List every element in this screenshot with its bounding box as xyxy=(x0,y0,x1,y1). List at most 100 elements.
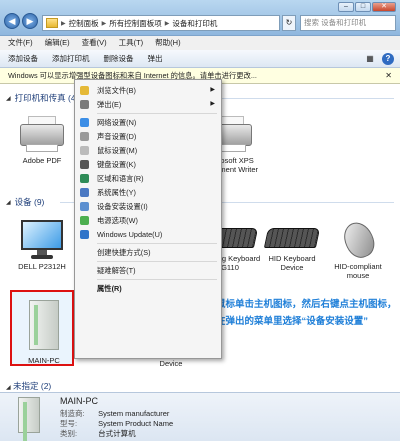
menu-separator xyxy=(97,113,217,114)
section-devices-header[interactable]: ◢ 设备 (9) xyxy=(6,196,44,208)
menu-item-label: 电源选项(W) xyxy=(97,216,138,225)
back-icon[interactable]: ◀ xyxy=(4,13,20,29)
menu-item-troubleshoot[interactable]: 疑难解答(T) xyxy=(75,264,221,277)
device-hid-mouse[interactable]: HID-compliant mouse xyxy=(322,217,394,280)
menu-bar: 文件(F) 编辑(E) 查看(V) 工具(T) 帮助(H) xyxy=(0,36,400,50)
details-label: 类别: xyxy=(60,429,78,438)
printer-icon xyxy=(20,116,64,154)
computer-icon xyxy=(80,202,89,211)
keyboard-icon xyxy=(263,220,321,252)
menu-item-device-install[interactable]: 设备安装设置(I) xyxy=(75,200,221,213)
menu-item-windows-update[interactable]: Windows Update(U) xyxy=(75,228,221,241)
device-label: Adobe PDF xyxy=(22,156,62,165)
menu-item-mouse[interactable]: 鼠标设置(M) xyxy=(75,144,221,157)
menu-view[interactable]: 查看(V) xyxy=(82,36,107,50)
collapse-arrow-icon: ◢ xyxy=(6,385,11,391)
breadcrumb-devices-printers[interactable]: 设备和打印机 xyxy=(172,18,217,29)
chevron-right-icon[interactable]: ▶ xyxy=(165,20,170,27)
menu-item-label: 鼠标设置(M) xyxy=(97,146,138,155)
add-printer-button[interactable]: 添加打印机 xyxy=(52,50,90,67)
device-adobe-pdf[interactable]: Adobe PDF xyxy=(6,116,78,165)
menu-item-label: 区域和语言(R) xyxy=(97,174,144,183)
menu-item-label: 属性(R) xyxy=(97,284,122,293)
section-unspecified-header[interactable]: ◢ 未指定 (2) xyxy=(6,380,51,392)
menu-help[interactable]: 帮助(H) xyxy=(155,36,180,50)
menu-item-network[interactable]: 网络设置(N) xyxy=(75,116,221,129)
nav-buttons: ◀ ▶ xyxy=(4,13,38,29)
menu-item-sound[interactable]: 声音设置(D) xyxy=(75,130,221,143)
eject-button[interactable]: 弹出 xyxy=(148,50,163,67)
details-category-row: 类别: 台式计算机 xyxy=(60,429,136,439)
menu-item-eject[interactable]: 弹出(E) ▶ xyxy=(75,98,221,111)
menu-item-label: 弹出(E) xyxy=(97,100,122,109)
menu-item-label: 疑难解答(T) xyxy=(97,266,136,275)
forward-icon[interactable]: ▶ xyxy=(22,13,38,29)
speaker-icon xyxy=(80,132,89,141)
section-printers-header[interactable]: ◢ 打印机和传真 (4) xyxy=(6,92,78,104)
menu-item-region[interactable]: 区域和语言(R) xyxy=(75,172,221,185)
breadcrumb-control-panel[interactable]: 控制面板 xyxy=(69,18,99,29)
menu-item-label: 网络设置(N) xyxy=(97,118,137,127)
globe-icon xyxy=(80,174,89,183)
menu-item-browse[interactable]: 浏览文件(B) ▶ xyxy=(75,84,221,97)
windows-update-icon xyxy=(80,230,89,239)
menu-item-shortcut[interactable]: 创建快捷方式(S) xyxy=(75,246,221,259)
collapse-arrow-icon: ◢ xyxy=(6,199,11,206)
menu-item-keyboard[interactable]: 键盘设置(K) xyxy=(75,158,221,171)
title-bar: – □ ✕ ◀ ▶ ▶ 控制面板 ▶ 所有控制面板项 ▶ 设备和打印机 ↻ 搜索… xyxy=(0,0,400,36)
device-label: MAIN-PC xyxy=(28,356,60,365)
menu-item-system[interactable]: 系统属性(Y) xyxy=(75,186,221,199)
close-icon[interactable]: ✕ xyxy=(385,68,392,83)
device-dell-monitor[interactable]: DELL P2312H xyxy=(6,220,78,271)
collapse-arrow-icon: ◢ xyxy=(6,95,11,102)
menu-item-label: 创建快捷方式(S) xyxy=(97,248,151,257)
toolbar: 添加设备 添加打印机 删除设备 弹出 ▦ ? xyxy=(0,50,400,68)
help-icon[interactable]: ? xyxy=(382,53,394,65)
details-model-row: 型号: System Product Name xyxy=(60,419,173,429)
chevron-right-icon[interactable]: ▶ xyxy=(102,20,107,27)
menu-separator xyxy=(97,261,217,262)
details-label: 制造商: xyxy=(60,409,85,418)
menu-separator xyxy=(97,279,217,280)
maximize-button[interactable]: □ xyxy=(355,2,371,12)
search-input[interactable]: 搜索 设备和打印机 xyxy=(300,15,396,31)
annotation-note: 鼠标单击主机图标，然后右键点主机图标，在弹出的菜单里选择“设备安装设置” xyxy=(216,299,397,327)
menu-item-label: Windows Update(U) xyxy=(97,230,163,239)
menu-edit[interactable]: 编辑(E) xyxy=(45,36,70,50)
close-button[interactable]: ✕ xyxy=(372,2,396,12)
menu-file[interactable]: 文件(F) xyxy=(8,36,33,50)
chevron-right-icon: ▶ xyxy=(210,87,215,93)
folder-icon xyxy=(46,18,58,28)
menu-tools[interactable]: 工具(T) xyxy=(119,36,144,50)
eject-icon xyxy=(80,100,89,109)
chevron-right-icon[interactable]: ▶ xyxy=(61,20,66,27)
add-device-button[interactable]: 添加设备 xyxy=(8,50,38,67)
device-label: DELL P2312H xyxy=(18,262,66,271)
menu-item-label: 系统属性(Y) xyxy=(97,188,136,197)
details-value: System Product Name xyxy=(98,419,174,428)
power-icon xyxy=(80,216,89,225)
section-printers-title: 打印机和传真 (4) xyxy=(14,93,79,103)
menu-item-label: 键盘设置(K) xyxy=(97,160,136,169)
device-main-pc[interactable]: MAIN-PC xyxy=(8,300,80,365)
menu-item-power[interactable]: 电源选项(W) xyxy=(75,214,221,227)
breadcrumb-all-items[interactable]: 所有控制面板项 xyxy=(109,18,162,29)
computer-icon xyxy=(80,188,89,197)
device-label: HID-compliant mouse xyxy=(334,262,382,280)
address-bar[interactable]: ▶ 控制面板 ▶ 所有控制面板项 ▶ 设备和打印机 xyxy=(42,15,280,31)
details-thumbnail xyxy=(6,397,52,441)
minimize-button[interactable]: – xyxy=(338,2,354,12)
details-label: 型号: xyxy=(60,419,78,428)
menu-item-label: 声音设置(D) xyxy=(97,132,137,141)
refresh-button[interactable]: ↻ xyxy=(282,15,296,31)
details-value: 台式计算机 xyxy=(98,429,136,438)
device-hid-keyboard[interactable]: HID Keyboard Device xyxy=(256,220,328,272)
remove-device-button[interactable]: 删除设备 xyxy=(104,50,134,67)
menu-separator xyxy=(97,243,217,244)
details-manufacturer-row: 制造商: System manufacturer xyxy=(60,409,169,419)
chevron-right-icon: ▶ xyxy=(210,101,215,107)
computer-icon xyxy=(29,300,59,350)
view-options-icon[interactable]: ▦ xyxy=(364,53,376,65)
menu-item-properties[interactable]: 属性(R) xyxy=(75,282,221,295)
details-value: System manufacturer xyxy=(98,409,170,418)
